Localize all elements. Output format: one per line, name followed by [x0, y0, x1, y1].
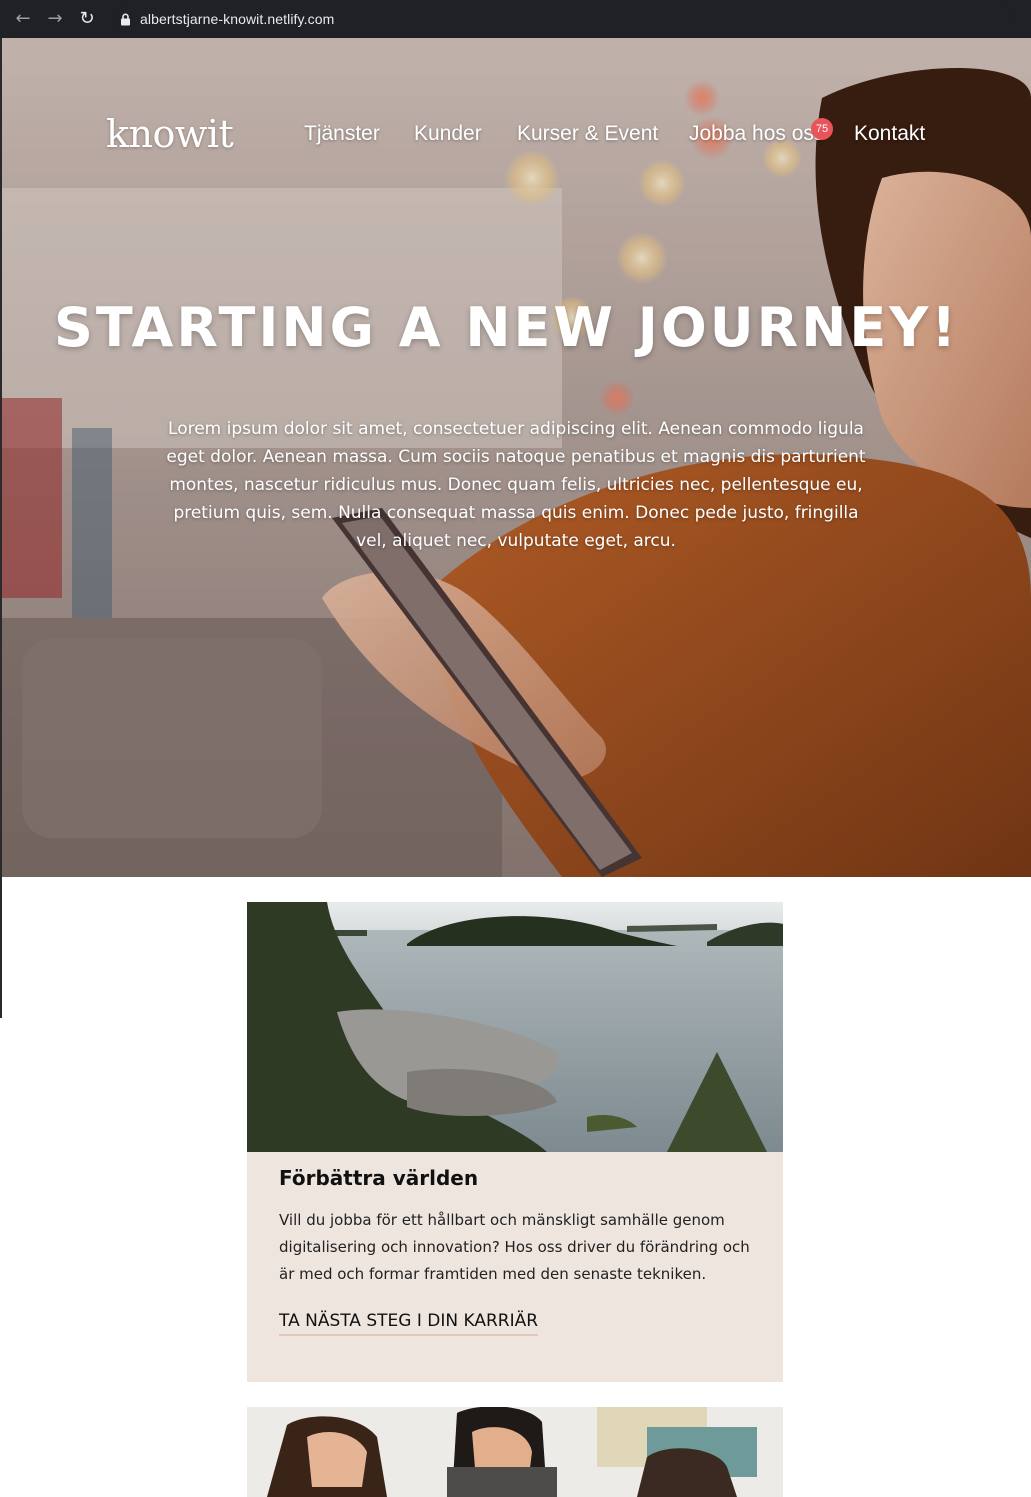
reload-icon[interactable]: ↻ [76, 8, 98, 30]
archipelago-photo [247, 902, 783, 1152]
career-link[interactable]: TA NÄSTA STEG I DIN KARRIÄR [279, 1311, 539, 1336]
hero-title: STARTING A NEW JOURNEY! [54, 296, 959, 359]
nav-item-kurser-event[interactable]: Kurser & Event [517, 122, 658, 146]
site-header: knowit Tjänster Kunder Kurser & Event Jo… [2, 38, 1031, 158]
address-bar[interactable]: albertstjarne-knowit.netlify.com [112, 5, 1012, 33]
lock-icon [118, 12, 132, 26]
browser-toolbar: ← → ↻ albertstjarne-knowit.netlify.com [0, 0, 1031, 38]
url-text: albertstjarne-knowit.netlify.com [140, 11, 335, 27]
jobs-count-badge: 75 [811, 118, 833, 140]
nav-item-kunder[interactable]: Kunder [414, 122, 482, 146]
nav-item-tjanster[interactable]: Tjänster [304, 122, 380, 146]
people-card [247, 1407, 783, 1497]
office-people-photo [247, 1407, 783, 1497]
nav-item-jobba-hos-oss[interactable]: Jobba hos oss [689, 122, 824, 146]
nav-item-kontakt[interactable]: Kontakt [854, 122, 925, 146]
hero-description: Lorem ipsum dolor sit amet, consectetuer… [166, 419, 866, 551]
card-description: Vill du jobba för ett hållbart och mänsk… [279, 1211, 750, 1283]
forward-arrow-icon[interactable]: → [44, 8, 66, 30]
knowit-logo[interactable]: knowit [106, 112, 234, 156]
back-arrow-icon[interactable]: ← [12, 8, 34, 30]
hero-section: knowit Tjänster Kunder Kurser & Event Jo… [2, 38, 1031, 877]
card-title: Förbättra världen [279, 1166, 479, 1190]
career-card: Förbättra världen Vill du jobba för ett … [247, 902, 783, 1382]
